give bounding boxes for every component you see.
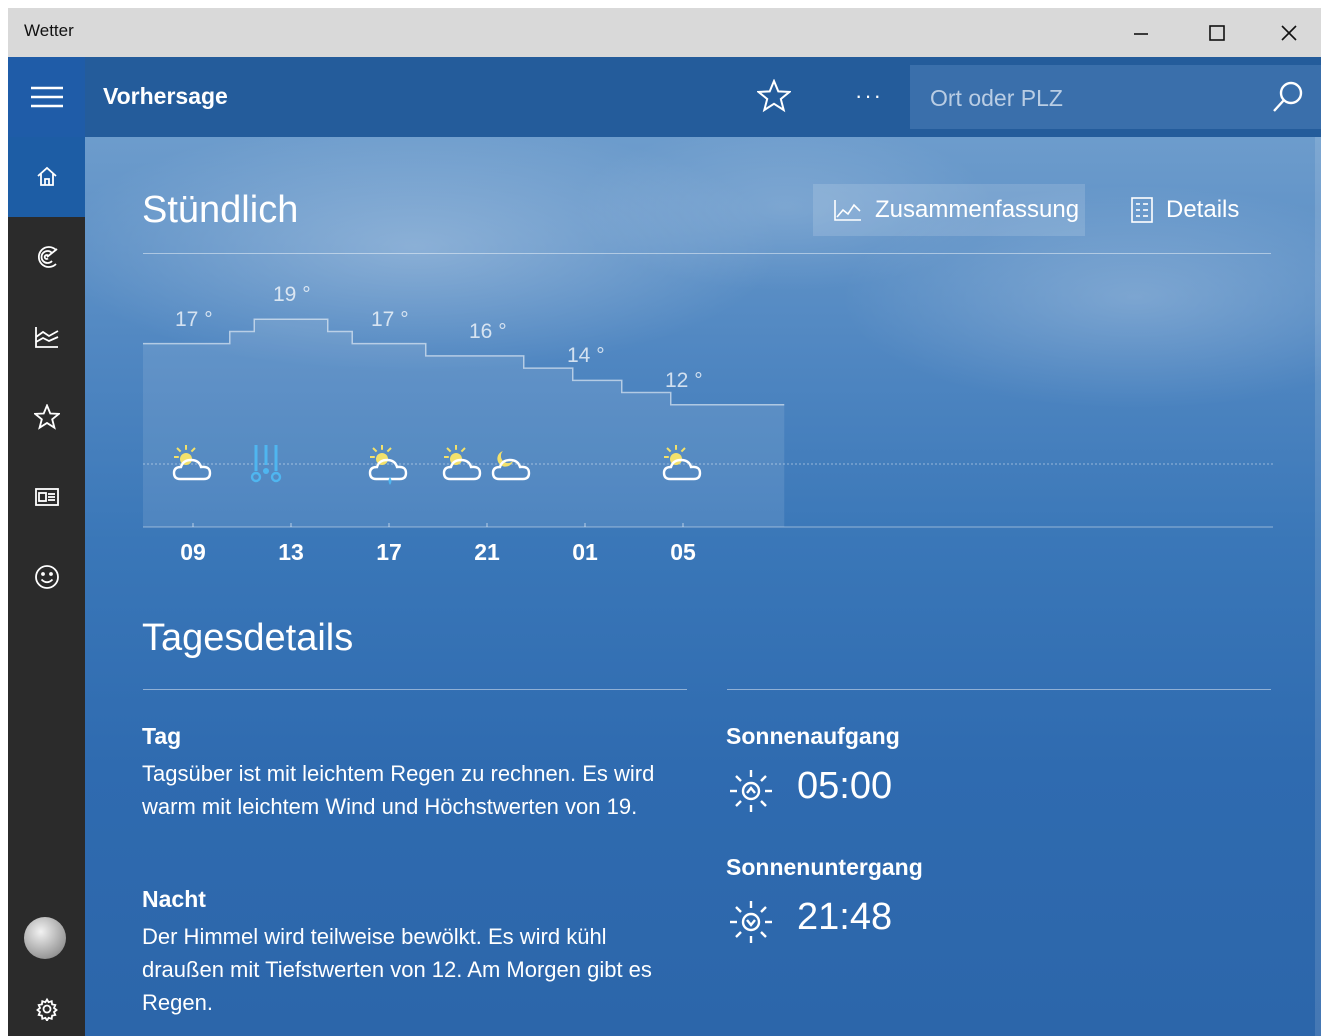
- details-view-button[interactable]: Details: [1130, 184, 1239, 236]
- details-divider-right: [727, 689, 1271, 690]
- details-list-icon: [1131, 197, 1153, 223]
- hourly-divider: [143, 253, 1271, 254]
- hour-label: 13: [278, 539, 304, 565]
- hour-label: 09: [180, 539, 206, 565]
- menu-button[interactable]: [8, 57, 85, 137]
- minimize-icon: [1134, 32, 1148, 35]
- temperature-label: 17 °: [175, 307, 213, 331]
- smiley-icon: [34, 565, 59, 589]
- sidebar-item-historical[interactable]: [8, 297, 85, 377]
- app-title: Wetter: [24, 21, 74, 40]
- chart-icon: [834, 200, 861, 221]
- home-icon: [36, 166, 57, 186]
- weather-window: Wetter Vorhersage ··· Ort oder PLZ Stünd…: [8, 8, 1321, 1036]
- star-icon: [33, 404, 60, 430]
- hour-label: 01: [572, 539, 598, 565]
- temperature-label: 16 °: [469, 319, 507, 343]
- close-icon: [1281, 24, 1297, 41]
- night-description: Der Himmel wird teilweise bewölkt. Es wi…: [142, 924, 652, 1015]
- temperature-label: 12 °: [665, 368, 703, 392]
- temperature-label: 17 °: [371, 307, 409, 331]
- day-heading: Tag: [142, 723, 182, 749]
- temperature-area: [143, 319, 785, 527]
- partly-cloudy-icon: [442, 445, 481, 481]
- search-box: [910, 65, 1321, 129]
- favorite-button[interactable]: [751, 73, 797, 119]
- hamburger-icon: [30, 86, 63, 108]
- main-content: Stündlich Zusammenfassung Details 17 ° 19…: [85, 137, 1321, 1036]
- partly-cloudy-icon: [662, 445, 702, 481]
- title-bar: Wetter: [8, 8, 1321, 57]
- news-icon: [34, 488, 59, 506]
- sunrise-heading: Sonnenaufgang: [726, 723, 900, 749]
- sidebar-item-forecast[interactable]: [8, 137, 85, 217]
- gear-icon: [35, 997, 58, 1021]
- summary-view-label: Zusammenfassung: [875, 196, 1080, 223]
- rain-icon: [250, 445, 281, 483]
- partly-cloudy-night-icon: [491, 451, 530, 481]
- star-icon: [757, 79, 791, 113]
- sidebar: [8, 137, 85, 1036]
- page-title: Vorhersage: [103, 83, 228, 109]
- scrollbar[interactable]: [1315, 137, 1321, 1036]
- sidebar-item-news[interactable]: [8, 457, 85, 537]
- avatar[interactable]: [24, 917, 66, 959]
- sidebar-item-feedback[interactable]: [8, 537, 85, 617]
- minimize-button[interactable]: [1109, 8, 1173, 57]
- sidebar-item-settings[interactable]: [8, 982, 85, 1036]
- temperature-chart: [143, 318, 1273, 528]
- temperature-label: 19 °: [273, 283, 311, 307]
- historical-chart-icon: [34, 327, 58, 348]
- sunset-icon: [730, 901, 772, 943]
- details-divider-left: [143, 689, 687, 690]
- temperature-label: 14 °: [567, 344, 605, 368]
- close-button[interactable]: [1257, 8, 1321, 57]
- partly-cloudy-rain-icon: [368, 445, 408, 485]
- hourly-title: Stündlich: [142, 189, 299, 231]
- maximize-icon: [1209, 24, 1225, 41]
- day-description: Tagsüber ist mit leichtem Regen zu rechn…: [142, 761, 655, 819]
- sidebar-item-maps[interactable]: [8, 217, 85, 297]
- sunrise-icon: [730, 770, 772, 812]
- search-icon[interactable]: [1270, 79, 1306, 115]
- hour-label: 21: [474, 539, 500, 565]
- details-view-label: Details: [1166, 196, 1240, 223]
- more-button[interactable]: ···: [846, 73, 892, 119]
- day-details-title: Tagesdetails: [142, 617, 354, 659]
- hourly-chart: 17 ° 19 ° 17 ° 16 ° 14 ° 12 ° 09 13 17 21 01 05: [143, 277, 1273, 577]
- app-header: Vorhersage ···: [8, 57, 1321, 137]
- maximize-button[interactable]: [1185, 8, 1249, 57]
- partly-cloudy-icon: [172, 445, 212, 481]
- sunset-time: 21:48: [797, 896, 893, 938]
- sunset-heading: Sonnenuntergang: [726, 854, 923, 880]
- radar-icon: [37, 246, 58, 268]
- sunrise-time: 05:00: [797, 765, 893, 807]
- sidebar-item-favorites[interactable]: [8, 377, 85, 457]
- search-input[interactable]: [928, 79, 1252, 117]
- hour-label: 17: [376, 539, 402, 565]
- night-heading: Nacht: [142, 886, 206, 912]
- hour-label: 05: [670, 539, 696, 565]
- summary-view-button[interactable]: Zusammenfassung: [813, 184, 1085, 236]
